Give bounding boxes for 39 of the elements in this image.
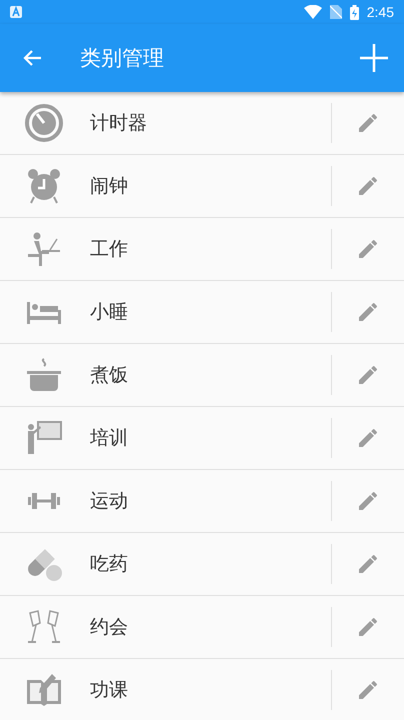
- category-name: 小睡: [90, 300, 129, 325]
- category-row[interactable]: 工作: [0, 218, 404, 281]
- category-name: 吃药: [90, 552, 129, 577]
- category-row[interactable]: 功课: [0, 659, 404, 720]
- category-name: 培训: [90, 426, 129, 451]
- category-name: 运动: [90, 489, 129, 514]
- category-row[interactable]: 吃药: [0, 533, 404, 596]
- pencil-icon: [356, 615, 380, 639]
- category-name: 闹钟: [90, 174, 129, 199]
- category-row[interactable]: 约会: [0, 596, 404, 659]
- category-name: 计时器: [90, 111, 148, 136]
- pencil-icon: [356, 678, 380, 702]
- category-row[interactable]: 计时器: [0, 92, 404, 155]
- pencil-icon: [356, 237, 380, 261]
- category-name: 约会: [90, 615, 129, 640]
- plus-icon: [360, 44, 388, 72]
- pencil-icon: [356, 174, 380, 198]
- app-notification-icon: [10, 6, 22, 18]
- battery-charging-icon: [350, 4, 359, 20]
- category-row[interactable]: 小睡: [0, 281, 404, 344]
- category-row[interactable]: 煮饭: [0, 344, 404, 407]
- pencil-icon: [356, 363, 380, 387]
- category-name: 煮饭: [90, 363, 129, 388]
- category-name: 工作: [90, 237, 129, 262]
- pencil-icon: [356, 111, 380, 135]
- pencil-icon: [356, 489, 380, 513]
- category-row[interactable]: 闹钟: [0, 155, 404, 218]
- category-row[interactable]: 培训: [0, 407, 404, 470]
- category-row[interactable]: 运动: [0, 470, 404, 533]
- screen-title: 类别管理: [80, 45, 165, 72]
- status-time: 2:45: [366, 4, 394, 20]
- pencil-icon: [356, 426, 380, 450]
- wifi-icon: [304, 5, 322, 19]
- back-arrow-icon: [22, 49, 42, 67]
- category-name: 功课: [90, 678, 129, 703]
- stopwatch-icon: [24, 103, 64, 143]
- no-sim-icon: [330, 5, 342, 19]
- pencil-icon: [356, 300, 380, 324]
- pencil-icon: [356, 552, 380, 576]
